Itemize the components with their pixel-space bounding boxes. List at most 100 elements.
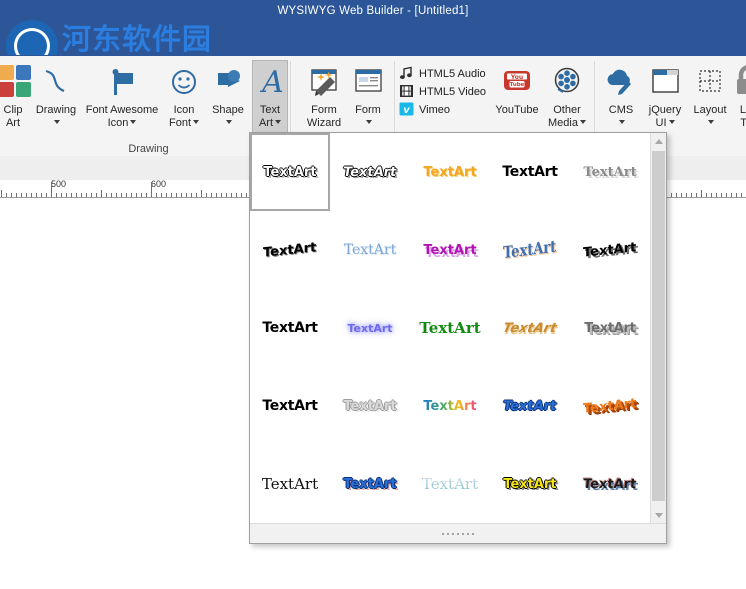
ruler-tick xyxy=(171,193,172,197)
ruler-tick xyxy=(246,193,247,197)
ribbon-button-login-tools[interactable]: Lo To xyxy=(729,61,746,129)
ribbon-button-clip-art[interactable]: Clip Art xyxy=(0,61,31,129)
ruler-tick xyxy=(26,193,27,197)
text-art-style-style-11[interactable]: TextArt xyxy=(250,289,330,367)
ruler-tick xyxy=(21,193,22,197)
text-art-style-style-24[interactable]: TextArt xyxy=(490,445,570,523)
ribbon-button-font-awesome-icon[interactable]: Font Awesome Icon xyxy=(80,61,164,129)
ribbon-button-layout[interactable]: Layout xyxy=(687,61,733,128)
text-art-style-style-14[interactable]: TextArt xyxy=(490,289,570,367)
text-art-sample-light-blue-serif: TextArt xyxy=(343,242,397,258)
ribbon-button-cms[interactable]: CMS xyxy=(599,61,643,128)
ribbon-label-text-art-2: Art xyxy=(258,116,274,129)
ribbon-button-icon-font[interactable]: Icon Font xyxy=(162,61,206,129)
scrollbar-thumb[interactable] xyxy=(652,151,665,501)
text-art-style-style-23[interactable]: TextArt xyxy=(410,445,490,523)
smiley-icon xyxy=(164,61,204,101)
text-art-icon: A xyxy=(253,61,293,101)
text-art-sample-yellow-black-outline: TextArt xyxy=(503,476,557,492)
ribbon-label-login-tools-2: To xyxy=(740,116,746,129)
text-art-sample-black-bold-tall: TextArt xyxy=(262,320,318,336)
grip-dot xyxy=(462,532,464,535)
ribbon-label-other-media-2: Media xyxy=(548,116,578,129)
text-art-style-style-08[interactable]: TextArt xyxy=(410,211,490,289)
ribbon-label-shape: Shape xyxy=(212,104,244,116)
text-art-sample-pale-teal-serif: TextArt xyxy=(421,474,479,493)
window-title: WYSIWYG Web Builder - [Untitled1] xyxy=(277,5,469,17)
svg-text:A: A xyxy=(259,65,284,100)
ruler-tick xyxy=(186,193,187,197)
media-item-vimeo[interactable]: v Vimeo xyxy=(399,101,486,119)
text-art-style-style-16[interactable]: TextArt xyxy=(250,367,330,445)
text-art-style-style-10[interactable]: TextArt xyxy=(570,211,650,289)
text-art-sample-black-bold: TextArt xyxy=(502,164,558,180)
media-label-html5-audio: HTML5 Audio xyxy=(419,68,486,80)
form-icon xyxy=(348,61,388,101)
ruler-tick xyxy=(706,193,707,197)
ruler-tick xyxy=(691,193,692,197)
ribbon-button-youtube[interactable]: You Tube YouTube xyxy=(490,61,544,117)
scroll-down-arrow-icon[interactable] xyxy=(651,507,666,523)
ruler-tick xyxy=(221,193,222,197)
ruler-tick xyxy=(226,193,227,197)
text-art-style-style-15[interactable]: TextArt xyxy=(570,289,650,367)
text-art-sample-rainbow-gradient: TextArt xyxy=(423,398,477,414)
text-art-style-style-04[interactable]: TextArt xyxy=(490,133,570,211)
ribbon-button-jquery-ui[interactable]: jQuery UI xyxy=(641,61,689,129)
scroll-up-arrow-icon[interactable] xyxy=(651,133,666,149)
grip-dot xyxy=(447,532,449,535)
film-reel-icon xyxy=(547,61,587,101)
ruler-tick xyxy=(31,193,32,197)
grip-dot xyxy=(452,532,454,535)
media-item-html5-audio[interactable]: HTML5 Audio xyxy=(399,65,486,83)
text-art-style-style-13[interactable]: TextArt xyxy=(410,289,490,367)
media-item-html5-video[interactable]: HTML5 Video xyxy=(399,83,486,101)
grip-dot xyxy=(457,532,459,535)
ribbon-button-other-media[interactable]: Other Media xyxy=(542,61,592,129)
ribbon-button-shape[interactable]: Shape xyxy=(204,61,252,128)
chevron-down-icon-drawing[interactable] xyxy=(30,117,82,128)
text-art-style-style-25[interactable]: TextArt xyxy=(570,445,650,523)
text-art-style-style-21[interactable]: TextArt xyxy=(250,445,330,523)
chevron-down-icon-layout xyxy=(708,120,714,125)
ruler-tick xyxy=(166,193,167,197)
ruler-tick xyxy=(51,182,52,197)
text-art-style-style-03[interactable]: TextArt xyxy=(410,133,490,211)
ruler-tick xyxy=(71,193,72,197)
text-art-style-style-02[interactable]: TextArt xyxy=(330,133,410,211)
chevron-down-icon-other-media xyxy=(579,120,586,125)
ruler-tick xyxy=(731,193,732,197)
text-art-sample-black-3d-slant: TextArt xyxy=(583,239,637,261)
text-art-style-style-09[interactable]: TextArt xyxy=(490,211,570,289)
gallery-scrollbar[interactable] xyxy=(650,133,666,523)
text-art-style-style-22[interactable]: TextArt xyxy=(330,445,410,523)
ruler-tick xyxy=(196,193,197,197)
ruler-tick xyxy=(211,193,212,197)
ribbon-button-form-wizard[interactable]: Form Wizard xyxy=(301,61,347,129)
ribbon-button-drawing[interactable]: Drawing xyxy=(30,61,82,128)
text-art-style-style-07[interactable]: TextArt xyxy=(330,211,410,289)
text-art-style-style-18[interactable]: TextArt xyxy=(410,367,490,445)
text-art-style-style-19[interactable]: TextArt xyxy=(490,367,570,445)
ribbon-button-form[interactable]: Form xyxy=(347,61,389,128)
text-art-style-style-20[interactable]: TextArt xyxy=(570,367,650,445)
text-art-style-style-12[interactable]: TextArt xyxy=(330,289,410,367)
text-art-style-style-06[interactable]: TextArt xyxy=(250,211,330,289)
ruler-tick xyxy=(241,193,242,197)
music-note-icon xyxy=(399,66,414,80)
text-art-style-style-05[interactable]: TextArt xyxy=(570,133,650,211)
text-art-style-style-01[interactable]: TextArt xyxy=(250,133,330,211)
clip-art-icon xyxy=(0,61,33,101)
text-art-style-style-17[interactable]: TextArt xyxy=(330,367,410,445)
film-strip-icon xyxy=(399,84,414,98)
ribbon-button-text-art[interactable]: A Text Art xyxy=(252,60,288,142)
ribbon-label-clip-art-2: Art xyxy=(5,116,21,129)
ruler-tick xyxy=(676,193,677,197)
ruler-tick xyxy=(151,182,152,197)
text-art-sample-black-bold-plain: TextArt xyxy=(262,398,318,414)
ruler-tick xyxy=(696,193,697,197)
vimeo-icon: v xyxy=(399,102,414,116)
ruler-tick xyxy=(81,193,82,197)
ruler-label-500: 500 xyxy=(51,179,67,189)
gallery-resize-grip[interactable] xyxy=(250,523,666,543)
